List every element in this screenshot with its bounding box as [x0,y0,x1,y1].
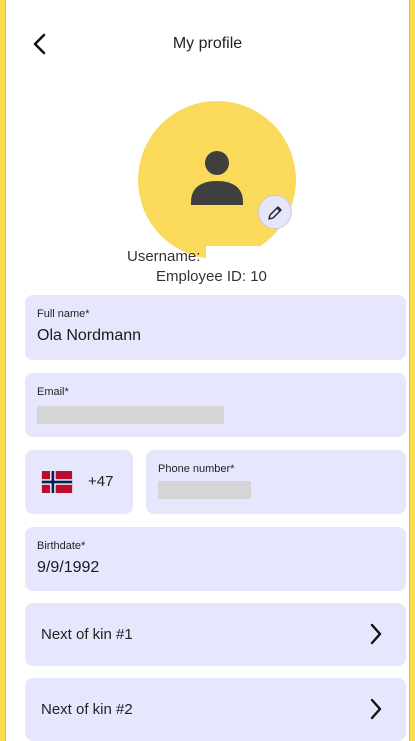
page-title: My profile [172,35,243,52]
country-code-selector[interactable]: +47 [25,450,133,514]
full-name-value: Ola Nordmann [37,327,142,344]
edit-avatar-button[interactable] [258,195,292,229]
profile-screen: My profile Username: Employee ID: 10 Ful… [5,0,410,741]
username-value [206,246,311,266]
avatar [138,101,296,259]
person-icon [191,151,243,205]
email-field[interactable]: Email* [25,373,406,437]
phone-number-field[interactable]: Phone number* [146,450,406,514]
next-of-kin-1-label: Next of kin #1 [41,626,133,643]
chevron-right-icon [370,698,382,720]
birthdate-value: 9/9/1992 [37,559,100,576]
next-of-kin-2-label: Next of kin #2 [41,701,133,718]
employee-id: Employee ID: 10 [156,268,267,285]
phone-number-label: Phone number* [158,463,235,475]
full-name-field[interactable]: Full name* Ola Nordmann [25,295,406,360]
username-row: Username: [127,246,311,266]
phone-number-value [158,481,251,499]
email-value [37,406,224,424]
birthdate-label: Birthdate* [37,540,86,552]
next-of-kin-1-row[interactable]: Next of kin #1 [25,603,406,666]
email-label: Email* [37,386,69,398]
norway-flag-icon [41,471,73,493]
chevron-right-icon [370,623,382,645]
full-name-label: Full name* [37,308,90,320]
username-label: Username: [127,247,201,265]
next-of-kin-2-row[interactable]: Next of kin #2 [25,678,406,741]
birthdate-field[interactable]: Birthdate* 9/9/1992 [25,527,406,591]
pencil-icon [268,206,282,220]
dial-code: +47 [88,473,114,490]
header: My profile [6,0,409,88]
